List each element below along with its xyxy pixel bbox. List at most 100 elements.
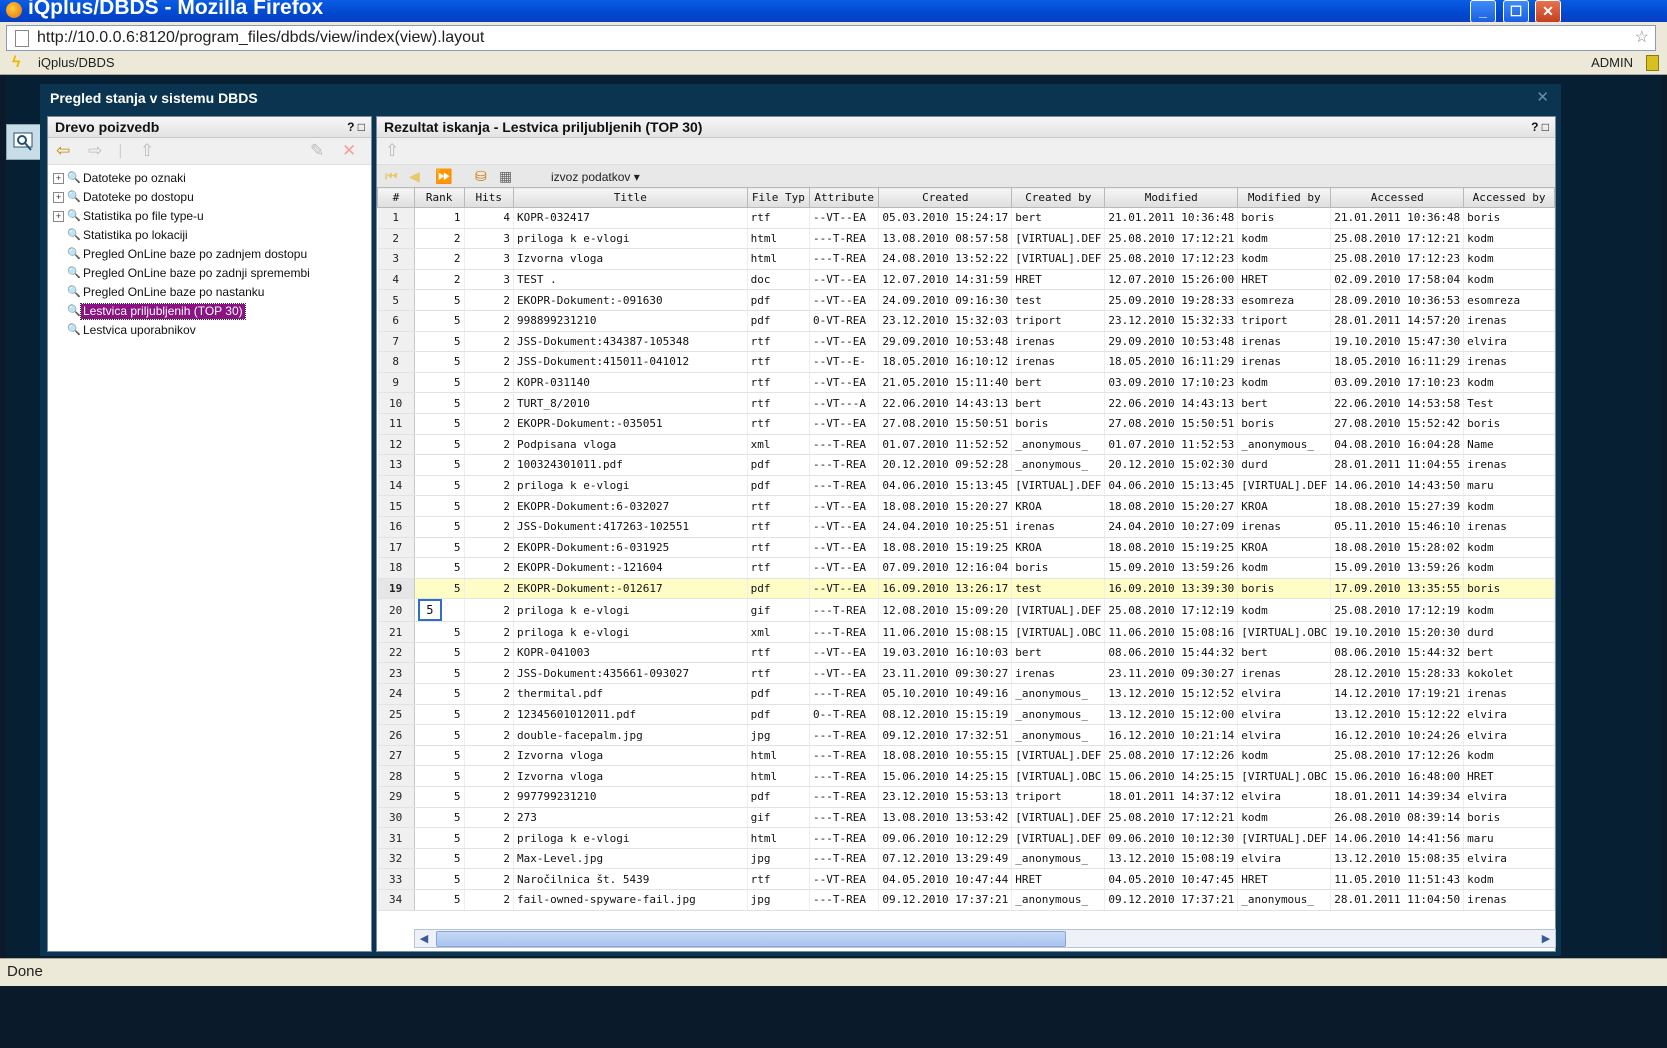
table-cell[interactable]: 21.01.2011 10:36:48 [1330, 207, 1465, 229]
table-cell[interactable]: 2 [464, 495, 514, 517]
table-cell[interactable]: 23.11.2010 09:30:27 [1104, 662, 1239, 685]
table-cell[interactable]: test [1011, 289, 1106, 311]
table-cell[interactable]: 5 [414, 289, 465, 311]
table-cell[interactable]: 18.05.2010 16:11:29 [1104, 351, 1239, 373]
table-cell[interactable]: rtf [747, 642, 811, 664]
db-icon[interactable]: ⛁ [475, 168, 487, 185]
table-cell[interactable]: 15.09.2010 13:59:26 [1330, 557, 1465, 579]
table-cell[interactable]: 2 [464, 351, 514, 373]
table-cell[interactable]: 2 [464, 537, 514, 559]
table-cell[interactable]: 26.08.2010 08:39:14 [1330, 807, 1465, 829]
table-cell[interactable]: 0-VT-REA [809, 310, 880, 332]
table-cell[interactable]: 2 [464, 392, 514, 414]
tree-item[interactable]: + 🔍 Statistika po file type-u [48, 207, 371, 226]
table-cell[interactable]: 5 [414, 621, 465, 643]
table-cell[interactable]: 25.08.2010 17:12:19 [1330, 598, 1465, 623]
tree-item[interactable]: 🔍 Statistika po lokaciji [48, 226, 371, 245]
table-cell[interactable]: 2 [464, 310, 514, 332]
table-cell[interactable]: 04.05.2010 10:47:44 [878, 868, 1013, 890]
table-cell[interactable]: html [747, 745, 811, 767]
table-cell[interactable]: jpg [747, 848, 811, 870]
table-cell[interactable]: 5 [414, 598, 465, 623]
table-row[interactable]: 18 5 2 EKOPR-Dokument:-121604 rtf --VT--EA 07.… [377, 557, 1555, 579]
table-cell[interactable]: 28.01.2011 11:04:50 [1330, 889, 1465, 911]
table-cell[interactable]: 100324301011.pdf [513, 454, 748, 476]
table-cell[interactable]: 12.08.2010 15:09:20 [878, 598, 1013, 623]
forward-icon[interactable]: ⇨ [88, 141, 102, 161]
table-cell[interactable]: 2 [414, 248, 465, 270]
table-cell[interactable]: gif [747, 598, 811, 623]
table-cell[interactable]: rtf [747, 372, 811, 394]
table-cell[interactable]: 23.12.2010 15:32:03 [878, 310, 1013, 332]
table-cell[interactable]: irenas [1011, 351, 1106, 373]
table-cell[interactable]: KROA [1237, 495, 1332, 517]
table-cell[interactable]: 5 [414, 868, 465, 890]
table-cell[interactable]: kodm [1463, 745, 1555, 767]
table-cell[interactable]: EKOPR-Dokument:-091630 [513, 289, 748, 311]
table-cell[interactable]: 15.06.2010 14:25:15 [878, 765, 1013, 788]
table-cell[interactable]: 18.08.2010 15:28:02 [1330, 537, 1465, 559]
table-cell[interactable]: 11.06.2010 15:08:15 [878, 621, 1013, 643]
table-cell[interactable]: ---T-REA [809, 598, 880, 623]
table-cell[interactable]: 2 [464, 786, 514, 808]
table-cell[interactable]: 3 [464, 269, 514, 291]
table-cell[interactable]: HRET [1237, 868, 1332, 890]
table-cell[interactable]: 18.08.2010 15:20:27 [1104, 495, 1239, 517]
table-cell[interactable]: 18.05.2010 16:11:29 [1330, 351, 1465, 373]
table-cell[interactable]: kodm [1463, 495, 1555, 517]
table-cell[interactable]: irenas [1237, 351, 1332, 373]
table-cell[interactable]: irenas [1463, 516, 1555, 538]
table-cell[interactable]: EKOPR-Dokument:-035051 [513, 413, 748, 435]
table-cell[interactable]: 25.08.2010 17:12:21 [1330, 228, 1465, 250]
table-cell[interactable]: bert [1011, 642, 1106, 664]
table-row[interactable]: 22 5 2 KOPR-041003 rtf --VT--EA 19.03.2010 16:… [377, 642, 1555, 664]
results-help-icon[interactable]: ? [1531, 120, 1538, 134]
table-cell[interactable]: --VT--EA [809, 413, 880, 435]
table-cell[interactable]: 2 [464, 598, 514, 623]
table-row[interactable]: 13 5 2 100324301011.pdf pdf ---T-REA 20.12.201… [377, 454, 1555, 476]
table-cell[interactable]: 5 [414, 662, 465, 685]
table-cell[interactable]: KOPR-032417 [513, 207, 748, 229]
table-cell[interactable]: 23.11.2010 09:30:27 [878, 662, 1013, 685]
table-cell[interactable]: triport [1011, 310, 1106, 332]
table-cell[interactable]: pdf [747, 475, 811, 497]
table-cell[interactable]: pdf [747, 683, 811, 705]
table-cell[interactable]: --VT--EA [809, 662, 880, 685]
table-cell[interactable]: 12345601012011.pdf [513, 704, 748, 726]
table-cell[interactable]: kodm [1463, 557, 1555, 579]
table-row[interactable]: 12 5 2 Podpisana vloga xml ---T-REA 01.07.2010… [377, 434, 1555, 456]
table-cell[interactable]: pdf [747, 578, 811, 600]
table-cell[interactable]: 5 [414, 578, 465, 600]
table-cell[interactable]: pdf [747, 786, 811, 808]
table-cell[interactable]: _anonymous_ [1011, 848, 1106, 870]
tree-item[interactable]: 🔍 Lestvica uporabnikov [48, 321, 371, 340]
table-cell[interactable]: 5 [414, 495, 465, 517]
table-cell[interactable]: doc [747, 269, 811, 291]
close-button[interactable]: ✕ [1535, 0, 1561, 23]
table-cell[interactable]: [VIRTUAL].OBC [1011, 621, 1106, 643]
table-cell[interactable]: 21.05.2010 15:11:40 [878, 372, 1013, 394]
table-cell[interactable]: 1 [414, 207, 465, 229]
table-cell[interactable]: --VT--EA [809, 516, 880, 538]
table-cell[interactable]: html [747, 765, 811, 788]
table-row[interactable]: 7 5 2 JSS-Dokument:434387-105348 rtf --VT--EA… [377, 331, 1555, 353]
table-cell[interactable]: 15.06.2010 14:25:15 [1104, 765, 1239, 788]
table-cell[interactable]: 23.12.2010 15:32:33 [1104, 310, 1239, 332]
table-cell[interactable]: rtf [747, 495, 811, 517]
table-cell[interactable]: 08.06.2010 15:44:32 [1104, 642, 1239, 664]
table-cell[interactable]: pdf [747, 704, 811, 726]
table-cell[interactable]: bert [1463, 642, 1555, 664]
table-cell[interactable]: irenas [1237, 662, 1332, 685]
table-cell[interactable]: 04.05.2010 10:47:45 [1104, 868, 1239, 890]
table-cell[interactable]: double-facepalm.jpg [513, 724, 748, 746]
table-cell[interactable]: ---T-REA [809, 248, 880, 270]
expand-icon[interactable]: + [53, 173, 64, 184]
table-row[interactable]: 30 5 2 273 gif ---T-REA 13.08.2010 13:53:42 [VI… [377, 807, 1555, 829]
table-row[interactable]: 31 5 2 priloga k e-vlogi html ---T-REA 09.06.2… [377, 827, 1555, 849]
tree-item[interactable]: + 🔍 Datoteke po dostopu [48, 188, 371, 207]
table-cell[interactable]: boris [1237, 207, 1332, 229]
table-cell[interactable]: 05.11.2010 15:46:10 [1330, 516, 1465, 538]
table-cell[interactable]: 998899231210 [513, 310, 748, 332]
table-cell[interactable]: 2 [464, 289, 514, 311]
table-cell[interactable]: rtf [747, 557, 811, 579]
